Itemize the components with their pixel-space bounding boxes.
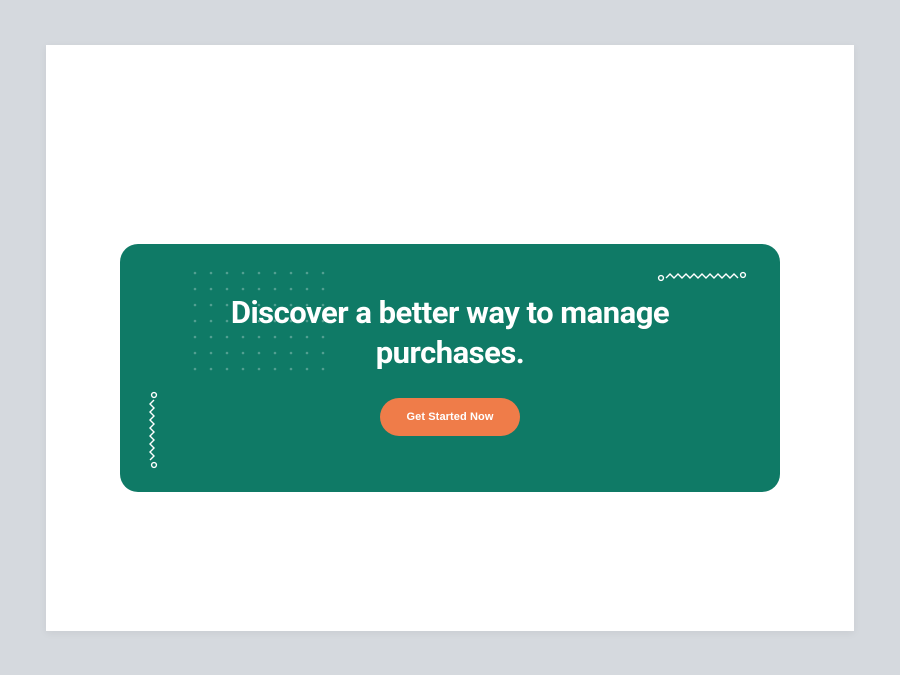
squiggle-horizontal-icon bbox=[656, 270, 748, 282]
hero-headline: Discover a better way to manage purchase… bbox=[230, 293, 670, 372]
page-frame: Discover a better way to manage purchase… bbox=[46, 45, 854, 631]
get-started-button[interactable]: Get Started Now bbox=[380, 398, 519, 436]
squiggle-vertical-icon bbox=[148, 390, 160, 470]
cta-hero-card: Discover a better way to manage purchase… bbox=[120, 244, 780, 492]
